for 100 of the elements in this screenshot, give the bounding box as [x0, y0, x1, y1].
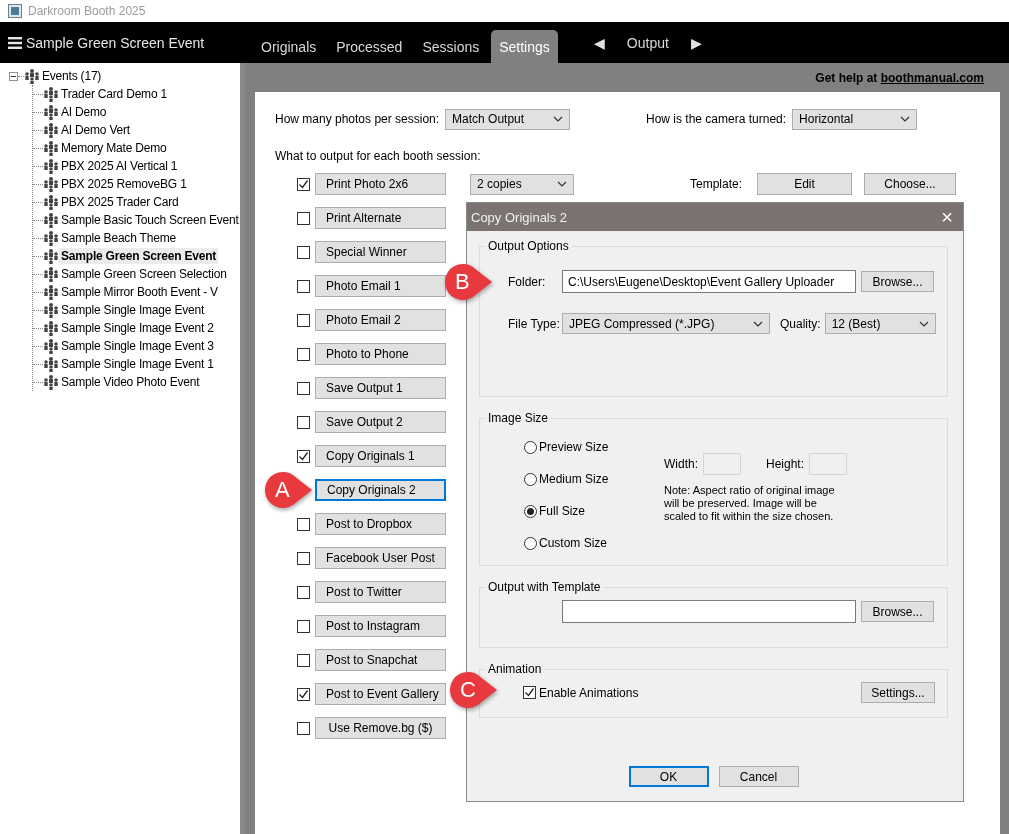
tree-item[interactable]: Sample Mirror Booth Event - V: [59, 284, 220, 300]
tab[interactable]: Sessions: [414, 30, 488, 63]
field-label: Folder:: [508, 274, 547, 289]
checkbox[interactable]: [523, 686, 536, 699]
output-button[interactable]: Photo Email 1: [315, 275, 446, 297]
checkbox[interactable]: [297, 245, 310, 259]
close-button[interactable]: ×: [941, 207, 953, 227]
radio-label: Preview Size: [539, 440, 609, 454]
checkbox[interactable]: [297, 619, 310, 633]
tree-item[interactable]: Sample Single Image Event 3: [59, 338, 216, 354]
tree-item[interactable]: PBX 2025 AI Vertical 1: [59, 158, 180, 174]
people-group-icon: [43, 194, 59, 210]
tree-item[interactable]: Sample Green Screen Selection: [59, 266, 229, 282]
checkbox[interactable]: [297, 347, 310, 361]
checkbox[interactable]: [297, 415, 310, 429]
template-field[interactable]: [562, 600, 856, 623]
checkbox[interactable]: [297, 211, 310, 225]
checkbox[interactable]: [297, 687, 310, 701]
tab[interactable]: Settings: [491, 30, 558, 63]
tree-item[interactable]: AI Demo Vert: [59, 122, 132, 138]
output-button[interactable]: Post to Event Gallery: [315, 683, 446, 705]
chevron-down-icon: [900, 116, 911, 122]
output-button[interactable]: Save Output 1: [315, 377, 446, 399]
output-button[interactable]: Post to Snapchat: [315, 649, 446, 671]
checkbox[interactable]: [297, 381, 310, 395]
cancel-button[interactable]: Cancel: [718, 766, 799, 787]
tree-item[interactable]: Sample Basic Touch Screen Event: [59, 212, 241, 228]
tree-item[interactable]: AI Demo: [59, 104, 109, 120]
output-button[interactable]: Copy Originals 1: [315, 445, 446, 467]
previous-arrow[interactable]: ◀: [593, 34, 605, 51]
tab[interactable]: Processed: [328, 30, 411, 63]
output-button[interactable]: Post to Dropbox: [315, 513, 446, 535]
collapse-toggle[interactable]: [9, 71, 18, 81]
output-button[interactable]: Photo to Phone: [315, 343, 446, 365]
file-type-dropdown[interactable]: JPEG Compressed (*.JPG): [562, 313, 770, 334]
checkbox[interactable]: [297, 517, 310, 531]
people-group-icon: [43, 338, 59, 354]
help-link[interactable]: boothmanual.com: [880, 70, 984, 85]
tree-item[interactable]: Sample Single Image Event: [59, 302, 207, 318]
height-field[interactable]: [809, 453, 848, 475]
field-label: How is the camera turned:: [646, 112, 787, 126]
browse-button[interactable]: Browse...: [861, 271, 934, 292]
checkbox[interactable]: [297, 177, 310, 191]
ok-button[interactable]: OK: [628, 766, 709, 787]
checkbox[interactable]: [297, 721, 310, 735]
checkbox[interactable]: [297, 653, 310, 667]
choose-button[interactable]: Choose...: [864, 173, 957, 195]
tree-item[interactable]: Memory Mate Demo: [59, 140, 169, 156]
tree-item[interactable]: Trader Card Demo 1: [59, 86, 169, 102]
output-button[interactable]: Copy Originals 2: [315, 479, 446, 501]
output-button[interactable]: Post to Instagram: [315, 615, 446, 637]
tab[interactable]: Originals: [253, 30, 325, 63]
output-button[interactable]: Photo Email 2: [315, 309, 446, 331]
checkbox[interactable]: [297, 313, 310, 327]
quality-dropdown[interactable]: 12 (Best): [824, 313, 936, 334]
checkbox[interactable]: [297, 551, 310, 565]
output-button[interactable]: Print Photo 2x6: [315, 173, 446, 195]
tree-item[interactable]: Sample Beach Theme: [59, 230, 178, 246]
people-group-icon: [43, 104, 59, 120]
menu-icon[interactable]: [8, 36, 22, 49]
people-group-icon: [43, 320, 59, 336]
checkbox[interactable]: [297, 585, 310, 599]
edit-button[interactable]: Edit: [757, 173, 853, 195]
tree-item[interactable]: PBX 2025 RemoveBG 1: [59, 176, 189, 192]
group-title: Output Options: [487, 239, 570, 253]
photos-dropdown[interactable]: Match Output: [445, 108, 571, 130]
people-group-icon: [43, 374, 59, 390]
event-title: Sample Green Screen Event: [26, 34, 205, 51]
output-button[interactable]: Use Remove.bg ($): [315, 717, 446, 739]
tree-item[interactable]: Events (17): [40, 68, 104, 84]
next-arrow[interactable]: ▶: [690, 34, 702, 51]
output-button[interactable]: Print Alternate: [315, 207, 446, 229]
radio-button[interactable]: [524, 536, 537, 550]
people-group-icon: [43, 122, 59, 138]
output-button[interactable]: Post to Twitter: [315, 581, 446, 603]
chevron-down-icon: [557, 181, 567, 187]
tree-item[interactable]: Sample Video Photo Event: [59, 374, 202, 390]
output-button[interactable]: Special Winner: [315, 241, 446, 263]
output-button[interactable]: Save Output 2: [315, 411, 446, 433]
note-text: Note: Aspect ratio of original image will be preserved. Image will be scaled to fit within the size chosen.: [664, 484, 836, 523]
output-button[interactable]: Facebook User Post: [315, 547, 446, 569]
tree-item[interactable]: Sample Single Image Event 1: [59, 356, 216, 372]
browse-button[interactable]: Browse...: [861, 601, 934, 622]
field-label: How many photos per session:: [275, 112, 440, 126]
people-group-icon: [43, 230, 59, 246]
radio-button[interactable]: [524, 472, 537, 486]
window-title: Darkroom Booth 2025: [28, 4, 146, 18]
app-icon: [8, 4, 22, 18]
copies-dropdown[interactable]: 2 copies: [470, 173, 574, 195]
camera-dropdown[interactable]: Horizontal: [792, 108, 918, 130]
checkbox[interactable]: [297, 279, 310, 293]
radio-button[interactable]: [524, 504, 537, 518]
folder-field[interactable]: C:\Users\Eugene\Desktop\Event Gallery Uploader: [562, 270, 856, 293]
checkbox[interactable]: [297, 449, 310, 463]
tree-item[interactable]: Sample Green Screen Event: [59, 248, 219, 264]
width-field[interactable]: [703, 453, 741, 475]
radio-button[interactable]: [524, 440, 537, 454]
settings-button[interactable]: Settings...: [861, 682, 935, 703]
tree-item[interactable]: PBX 2025 Trader Card: [59, 194, 181, 210]
tree-item[interactable]: Sample Single Image Event 2: [59, 320, 216, 336]
